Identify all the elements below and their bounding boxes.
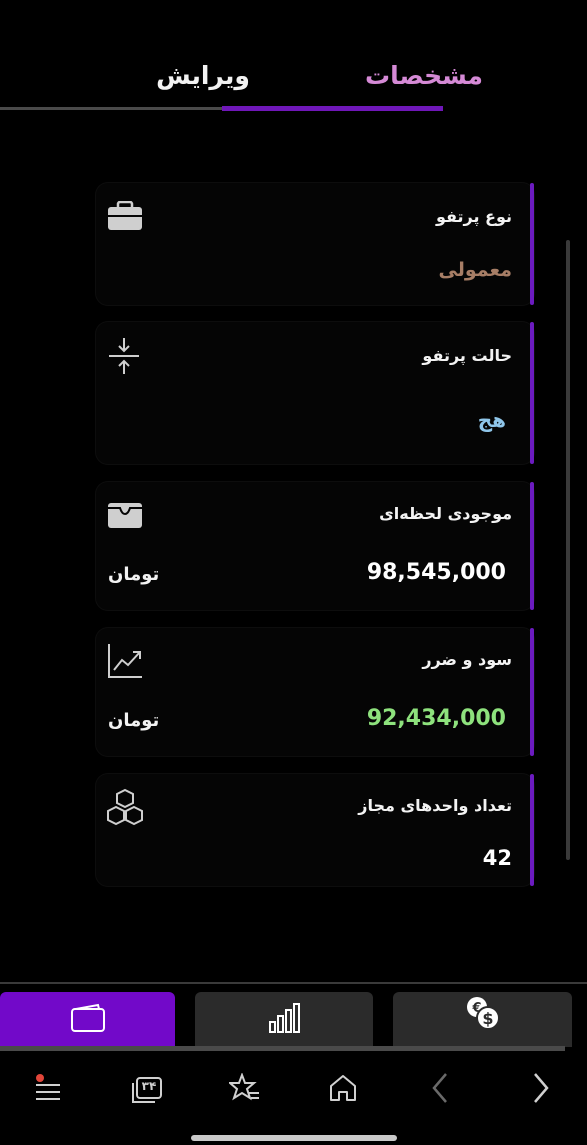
allowed-units-value: 42: [482, 846, 512, 870]
portfolio-type-card: نوع پرتفو معمولی: [96, 183, 534, 305]
bookmarks-button[interactable]: [220, 1060, 270, 1120]
tabs-count: ۳۴: [141, 1079, 157, 1093]
briefcase-icon: [106, 200, 144, 235]
bottom-divider: [0, 982, 587, 984]
profit-loss-card: سود و ضرر 92,434,000 تومان: [96, 628, 534, 756]
profit-loss-value: 92,434,000: [366, 706, 506, 731]
live-balance-label: موجودی لحظه‌ای: [379, 504, 512, 523]
bottom-tab-currency[interactable]: € $: [393, 992, 572, 1047]
tab-bar: مشخصات ویرایش: [92, 40, 535, 114]
home-button[interactable]: [318, 1060, 368, 1120]
live-balance-value: 98,545,000: [366, 560, 506, 585]
wallet-icon: [106, 500, 144, 534]
allowed-units-card: تعداد واحدهای مجاز 42: [96, 774, 534, 886]
menu-icon: [33, 1073, 63, 1107]
forward-icon: [531, 1072, 551, 1108]
scrollbar[interactable]: [566, 240, 570, 860]
portfolio-state-card: حالت پرتفو هج: [96, 322, 534, 464]
back-icon: [430, 1072, 450, 1108]
portfolio-state-label: حالت پرتفو: [422, 346, 512, 365]
portfolio-type-label: نوع پرتفو: [435, 207, 512, 226]
allowed-units-label: تعداد واحدهای مجاز: [358, 796, 512, 815]
home-icon: [328, 1073, 358, 1107]
tab-active-indicator: [222, 106, 443, 111]
profit-loss-label: سود و ضرر: [422, 650, 512, 669]
svg-text:$: $: [482, 1009, 493, 1028]
bottom-tab-chart[interactable]: [195, 992, 373, 1047]
portfolio-type-value: معمولی: [438, 259, 513, 281]
bottom-tab-bar-line: [0, 1046, 565, 1051]
forward-button[interactable]: [516, 1060, 566, 1120]
tabs-button[interactable]: ۳۴: [122, 1060, 172, 1120]
live-balance-unit: تومان: [108, 564, 160, 585]
profit-loss-unit: تومان: [108, 710, 160, 731]
home-indicator[interactable]: [191, 1135, 397, 1141]
bottom-tab-wallet[interactable]: [0, 992, 175, 1047]
menu-button[interactable]: [23, 1060, 73, 1120]
back-button[interactable]: [415, 1060, 465, 1120]
compress-icon: [106, 336, 142, 380]
currency-exchange-icon: € $: [463, 994, 503, 1038]
tabs-icon: ۳۴: [131, 1076, 163, 1104]
live-balance-card: موجودی لحظه‌ای 98,545,000 تومان: [96, 482, 534, 610]
card-icon: [70, 1003, 106, 1037]
star-list-icon: [227, 1072, 261, 1107]
bar-chart-icon: [266, 1002, 302, 1038]
portfolio-state-value: هج: [477, 408, 506, 432]
tab-details[interactable]: مشخصات: [313, 40, 535, 110]
trend-icon: [106, 642, 144, 684]
cubes-icon: [106, 788, 144, 830]
tab-edit[interactable]: ویرایش: [92, 40, 314, 110]
